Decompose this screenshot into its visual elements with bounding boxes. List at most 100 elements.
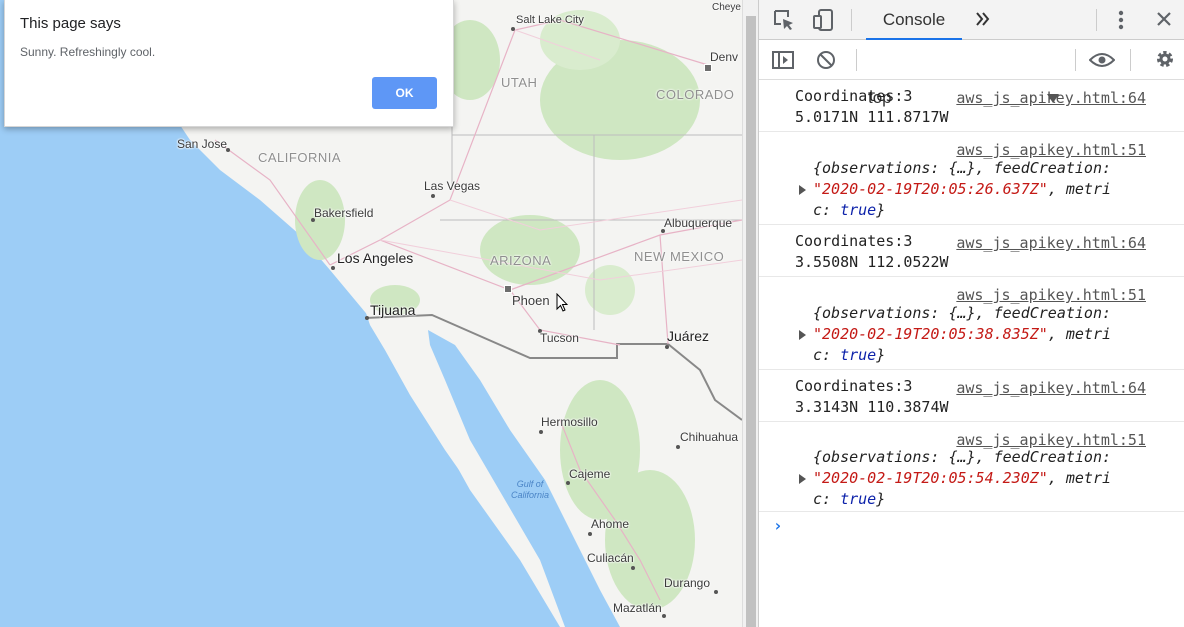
log-text-line2: 3.3143N 110.3874W xyxy=(795,398,949,416)
city-label-phoenix: Phoen xyxy=(512,293,550,308)
kebab-menu-icon[interactable] xyxy=(1117,9,1125,31)
city-marker xyxy=(504,285,512,293)
object-preview-tail: , metri xyxy=(1047,180,1112,198)
object-preview-line2: "2020-02-19T20:05:38.835Z", metri xyxy=(813,325,1111,343)
object-preview-line2: "2020-02-19T20:05:26.637Z", metri xyxy=(813,180,1111,198)
city-marker xyxy=(662,614,666,618)
clear-console-icon[interactable] xyxy=(816,50,836,70)
city-label-hermosillo: Hermosillo xyxy=(541,415,598,429)
state-label-new-mexico: NEW MEXICO xyxy=(634,249,725,264)
log-text-line1: Coordinates:3 xyxy=(795,377,913,395)
log-text-line1: Coordinates:3 xyxy=(795,232,913,250)
toolbar-divider xyxy=(1096,9,1097,31)
object-preview-line3: c: true} xyxy=(813,201,885,219)
alert-ok-button[interactable]: OK xyxy=(372,77,437,109)
console-message: aws_js_apikey.html:51 {observations: {…}… xyxy=(759,132,1184,225)
city-label-mazatlan: Mazatlán xyxy=(613,601,662,615)
city-label-juarez: Juárez xyxy=(667,328,710,344)
city-label-culiacan: Culiacán xyxy=(587,551,634,565)
object-preview-line2: "2020-02-19T20:05:54.230Z", metri xyxy=(813,469,1111,487)
devtools-panel: Console top aws_js_apikey.html:64 Coordi… xyxy=(758,0,1184,627)
object-preview-tail: , metri xyxy=(1047,325,1112,343)
city-label-san-jose: San Jose xyxy=(177,137,228,151)
city-label-salt-lake-city: Salt Lake City xyxy=(516,14,584,26)
string-value: "2020-02-19T20:05:54.230Z" xyxy=(813,469,1048,487)
string-value: "2020-02-19T20:05:38.835Z" xyxy=(813,325,1048,343)
state-label-utah: UTAH xyxy=(501,75,538,90)
inspect-element-icon[interactable] xyxy=(773,9,795,31)
expand-triangle-icon[interactable] xyxy=(799,474,806,484)
object-key: c: xyxy=(813,490,841,508)
close-icon[interactable] xyxy=(1156,11,1172,27)
city-label-cajeme: Cajeme xyxy=(569,467,611,481)
alert-dialog: This page says Sunny. Refreshingly cool.… xyxy=(4,0,454,127)
city-label-chihuahua: Chihuahua xyxy=(680,430,739,444)
object-preview-line1: {observations: {…}, feedCreation: xyxy=(813,159,1112,177)
expand-triangle-icon[interactable] xyxy=(799,330,806,340)
object-preview-line1: {observations: {…}, feedCreation: xyxy=(813,304,1112,322)
city-label-denver: Denv xyxy=(710,50,739,64)
object-preview-tail: , metri xyxy=(1047,469,1112,487)
city-marker xyxy=(714,590,718,594)
string-value: "2020-02-19T20:05:26.637Z" xyxy=(813,180,1048,198)
source-link[interactable]: aws_js_apikey.html:51 xyxy=(956,431,1146,449)
devtools-main-toolbar: Console xyxy=(759,0,1184,40)
alert-title: This page says xyxy=(20,15,121,32)
source-link[interactable]: aws_js_apikey.html:64 xyxy=(956,234,1146,252)
console-message: aws_js_apikey.html:64 Coordinates:3 3.55… xyxy=(759,225,1184,277)
toolbar-divider xyxy=(851,9,852,31)
city-marker xyxy=(331,266,335,270)
city-label-las-vegas: Las Vegas xyxy=(424,179,481,193)
state-label-colorado: COLORADO xyxy=(656,87,735,102)
log-text-line2: 5.0171N 111.8717W xyxy=(795,108,949,126)
object-key: c: xyxy=(813,346,841,364)
console-message: aws_js_apikey.html:64 Coordinates:3 3.31… xyxy=(759,370,1184,422)
page-scrollbar[interactable] xyxy=(742,0,759,627)
show-sidebar-icon[interactable] xyxy=(772,51,794,69)
city-label-tucson: Tucson xyxy=(540,331,579,345)
eye-icon[interactable] xyxy=(1089,52,1115,68)
state-label-arizona: ARIZONA xyxy=(490,253,552,268)
log-text-line1: Coordinates:3 xyxy=(795,87,913,105)
tab-console-label: Console xyxy=(882,10,946,29)
console-message: aws_js_apikey.html:51 {observations: {…}… xyxy=(759,277,1184,370)
console-message: aws_js_apikey.html:64 Coordinates:3 5.01… xyxy=(759,80,1184,132)
expand-triangle-icon[interactable] xyxy=(799,185,806,195)
object-preview-line1: {observations: {…}, feedCreation: xyxy=(813,448,1112,466)
sea-label-line2: California xyxy=(510,490,550,500)
device-toolbar-icon[interactable] xyxy=(813,8,835,32)
source-link[interactable]: aws_js_apikey.html:51 xyxy=(956,141,1146,159)
source-link[interactable]: aws_js_apikey.html:51 xyxy=(956,286,1146,304)
console-toolbar: top xyxy=(759,40,1184,107)
city-marker xyxy=(704,64,712,72)
console-message: aws_js_apikey.html:51 {observations: {…}… xyxy=(759,422,1184,512)
city-marker xyxy=(676,445,680,449)
city-label-tijuana: Tijuana xyxy=(370,302,416,318)
city-label-ahome: Ahome xyxy=(591,517,630,531)
console-prompt[interactable]: › xyxy=(773,516,783,535)
city-marker xyxy=(631,566,635,570)
boolean-value: true xyxy=(840,201,877,219)
object-preview-line3: c: true} xyxy=(813,346,885,364)
city-marker xyxy=(665,345,669,349)
sea-label-gulf-of-california: Gulf of California xyxy=(500,479,560,501)
tab-console[interactable]: Console xyxy=(866,0,962,40)
gear-icon[interactable] xyxy=(1154,48,1176,70)
toolbar-divider xyxy=(1075,49,1076,71)
boolean-value: true xyxy=(840,346,877,364)
city-marker xyxy=(365,316,369,320)
city-label-albuquerque: Albuquerque xyxy=(664,216,733,230)
toolbar-divider xyxy=(856,49,857,71)
city-label-durango: Durango xyxy=(664,576,711,590)
city-marker xyxy=(588,532,592,536)
city-label-bakersfield: Bakersfield xyxy=(314,206,374,220)
log-text-line2: 3.5508N 112.0522W xyxy=(795,253,949,271)
source-link[interactable]: aws_js_apikey.html:64 xyxy=(956,89,1146,107)
state-label-california: CALIFORNIA xyxy=(258,150,342,165)
object-key: c: xyxy=(813,201,841,219)
object-close: } xyxy=(876,201,886,219)
scrollbar-thumb[interactable] xyxy=(746,16,756,627)
source-link[interactable]: aws_js_apikey.html:64 xyxy=(956,379,1146,397)
more-tabs-chevron-icon[interactable] xyxy=(975,12,991,26)
toolbar-divider xyxy=(1130,49,1131,71)
